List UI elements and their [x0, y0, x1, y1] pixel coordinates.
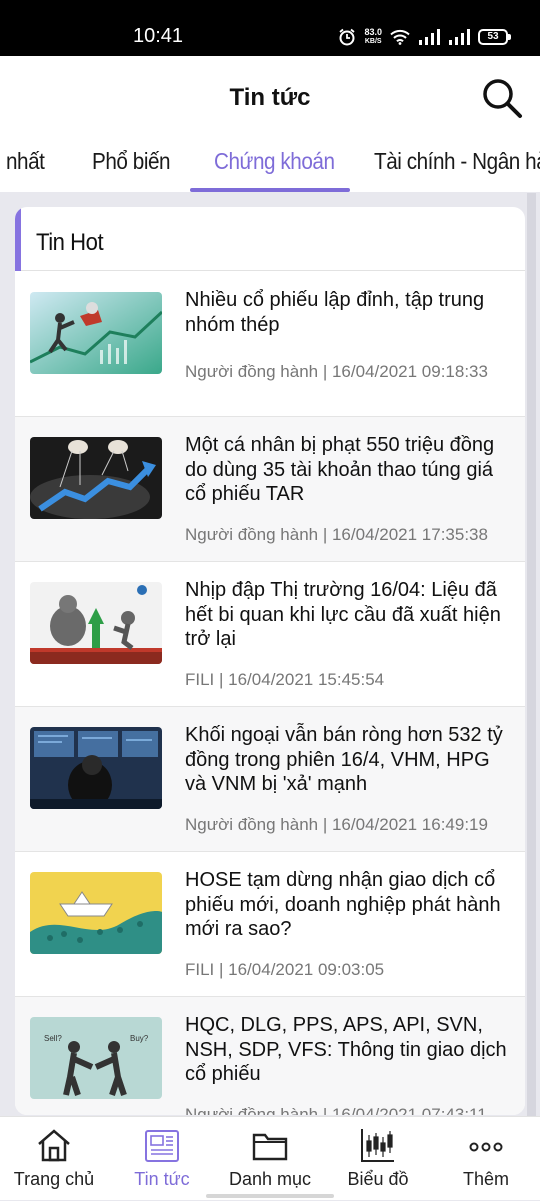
news-title: HOSE tạm dừng nhận giao dịch cổ phiếu mớ… — [185, 869, 501, 940]
nav-news-label: Tin tức — [134, 1169, 190, 1189]
news-title: Khối ngoại vẫn bán ròng hơn 532 tỷ đồng … — [185, 724, 503, 795]
news-item[interactable]: Nhịp đập Thị trường 16/04: Liệu đã hết b… — [15, 562, 525, 707]
home-icon — [38, 1129, 70, 1162]
section-header: Tin Hot — [15, 207, 525, 271]
news-thumbnail — [30, 727, 162, 809]
news-title: Nhịp đập Thị trường 16/04: Liệu đã hết b… — [185, 579, 501, 650]
news-thumbnail — [30, 292, 162, 374]
active-tab-indicator — [190, 188, 350, 192]
scrollbar[interactable] — [527, 193, 536, 1116]
nav-chart[interactable]: Biểu đồ — [324, 1117, 432, 1201]
news-thumbnail — [30, 872, 162, 954]
news-thumbnail: Sell? Buy? — [30, 1017, 162, 1099]
app-header: Tin tức — [0, 56, 540, 140]
news-meta: FILI | 16/04/2021 15:45:54 — [185, 670, 385, 689]
nav-more[interactable]: Thêm — [432, 1117, 540, 1201]
news-item[interactable]: Sell? Buy? HQC, DLG, PPS, APS, API, SVN,… — [15, 997, 525, 1115]
bottom-navigation: Trang chủ Tin tức Danh mục Biểu đồ Thêm — [0, 1116, 540, 1200]
news-meta: Người đồng hành | 16/04/2021 09:18:33 — [185, 362, 488, 381]
news-item[interactable]: HOSE tạm dừng nhận giao dịch cổ phiếu mớ… — [15, 852, 525, 997]
news-meta: Người đồng hành | 16/04/2021 17:35:38 — [185, 525, 488, 544]
category-tabs: nhất Phổ biến Chứng khoán Tài chính - Ng… — [0, 140, 540, 192]
news-item[interactable]: Khối ngoại vẫn bán ròng hơn 532 tỷ đồng … — [15, 707, 525, 852]
news-meta: Người đồng hành | 16/04/2021 07:43:11 — [185, 1105, 487, 1115]
nav-home-label: Trang chủ — [13, 1169, 95, 1189]
nav-portfolio-label: Danh mục — [228, 1169, 312, 1189]
thumb-sell-text: Sell? — [44, 1034, 62, 1043]
tab-moi-nhat[interactable]: nhất — [6, 148, 45, 175]
alarm-icon — [339, 28, 356, 46]
tab-tai-chinh-ngan-hang[interactable]: Tài chính - Ngân hàng — [374, 148, 540, 175]
newspaper-icon — [145, 1130, 179, 1162]
news-title: Một cá nhân bị phạt 550 triệu đồng do dù… — [185, 434, 495, 505]
news-thumbnail — [30, 437, 162, 519]
nav-chart-label: Biểu đồ — [347, 1169, 409, 1189]
network-speed: 83.0 KB/S — [364, 28, 382, 46]
thumb-buy-text: Buy? — [130, 1034, 149, 1043]
signal-icon-2 — [449, 29, 470, 45]
news-item[interactable]: Một cá nhân bị phạt 550 triệu đồng do dù… — [15, 417, 525, 562]
news-item[interactable]: Nhiều cổ phiếu lập đỉnh, tập trung nhóm … — [15, 272, 525, 417]
news-title: HQC, DLG, PPS, APS, API, SVN, NSH, SDP, … — [185, 1014, 507, 1085]
news-list: Nhiều cổ phiếu lập đỉnh, tập trung nhóm … — [15, 272, 525, 1115]
status-icons: 83.0 KB/S 53 — [338, 24, 511, 50]
speed-value: 83.0 — [364, 27, 382, 37]
nav-portfolio[interactable]: Danh mục — [216, 1117, 324, 1201]
section-accent-bar — [15, 207, 21, 271]
hot-news-card: Tin Hot Nhiều cổ phiếu lập đỉnh, tập tru… — [15, 207, 525, 1115]
news-title: Nhiều cổ phiếu lập đỉnh, tập trung nhóm … — [185, 289, 485, 336]
nav-more-label: Thêm — [462, 1169, 509, 1189]
more-icon — [469, 1142, 503, 1152]
signal-icon — [419, 29, 440, 45]
tab-chung-khoan[interactable]: Chứng khoán — [214, 148, 335, 175]
speed-unit: KB/S — [364, 38, 382, 45]
wifi-icon — [390, 29, 410, 45]
tab-pho-bien[interactable]: Phổ biến — [92, 148, 171, 175]
folder-icon — [252, 1133, 288, 1161]
search-button[interactable] — [480, 76, 524, 120]
page-title: Tin tức — [229, 84, 311, 111]
news-meta: Người đồng hành | 16/04/2021 16:49:19 — [185, 815, 488, 834]
status-time: 10:41 — [133, 25, 184, 47]
news-meta: FILI | 16/04/2021 09:03:05 — [185, 960, 385, 979]
battery-icon: 53 — [478, 29, 511, 45]
nav-home[interactable]: Trang chủ — [0, 1117, 108, 1201]
status-bar: 10:41 83.0 KB/S 53 — [0, 0, 540, 56]
nav-news[interactable]: Tin tức — [108, 1117, 216, 1201]
home-indicator[interactable] — [206, 1194, 334, 1198]
search-icon — [483, 79, 522, 118]
news-thumbnail — [30, 582, 162, 664]
section-title: Tin Hot — [36, 229, 104, 256]
candlestick-chart-icon — [361, 1129, 394, 1162]
